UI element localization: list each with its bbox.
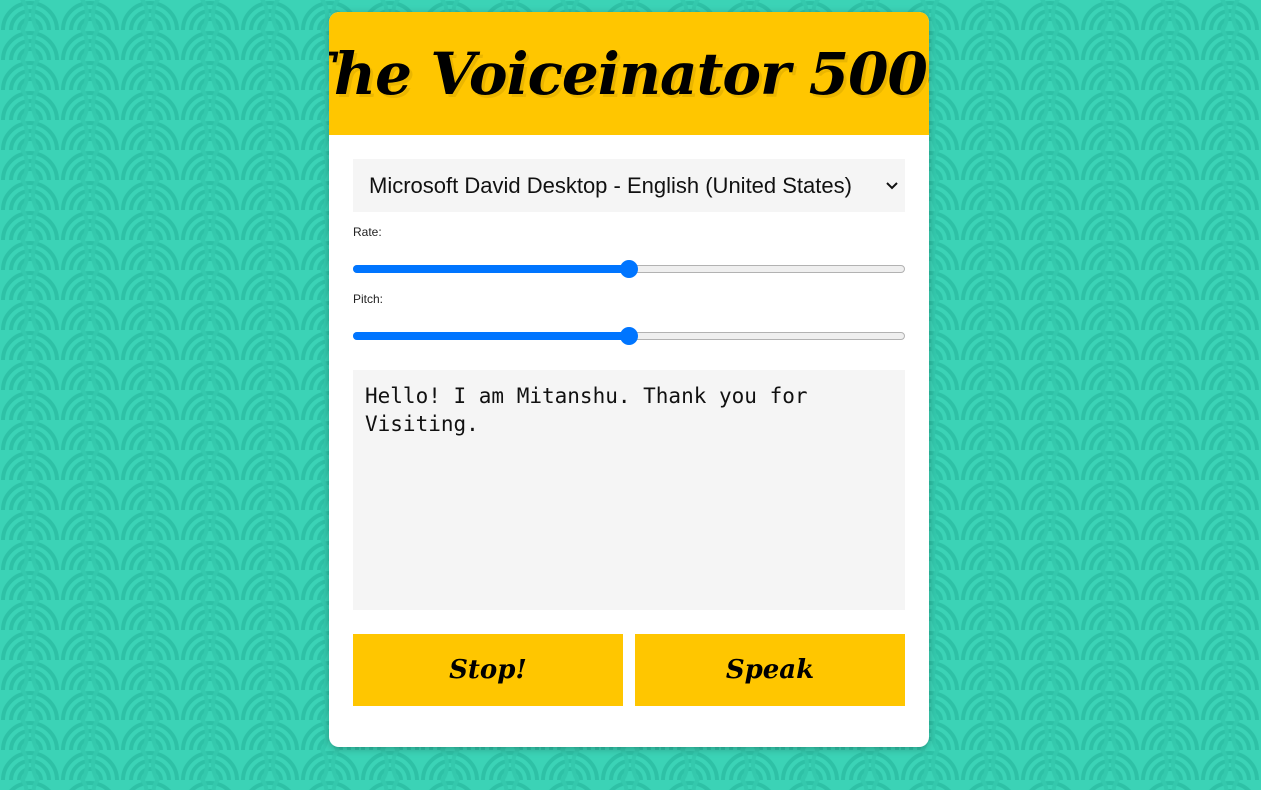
pitch-slider-thumb[interactable] [620,327,638,345]
voice-select[interactable]: Microsoft David Desktop - English (Unite… [353,159,905,212]
rate-label: Rate: [353,225,382,239]
controls: Microsoft David Desktop - English (Unite… [329,135,929,706]
voice-select-value: Microsoft David Desktop - English (Unite… [369,172,852,198]
message-textarea[interactable]: Hello! I am Mitanshu. Thank you for Visi… [353,370,905,610]
rate-slider[interactable] [353,259,905,279]
pitch-slider[interactable] [353,326,905,346]
chevron-down-icon [885,179,899,193]
pitch-label: Pitch: [353,292,384,306]
stop-button[interactable]: Stop! [353,634,623,706]
pitch-slider-fill [353,332,629,340]
page-title: The Voiceinator 5000 [329,39,929,108]
resize-grip-icon[interactable] [893,598,903,608]
header: The Voiceinator 5000 [329,12,929,135]
rate-slider-fill [353,265,629,273]
voiceinator-card: The Voiceinator 5000 Microsoft David Des… [329,12,929,747]
speak-button[interactable]: Speak [635,634,905,706]
button-row: Stop! Speak [353,634,905,706]
message-text: Hello! I am Mitanshu. Thank you for Visi… [365,384,808,436]
rate-slider-thumb[interactable] [620,260,638,278]
